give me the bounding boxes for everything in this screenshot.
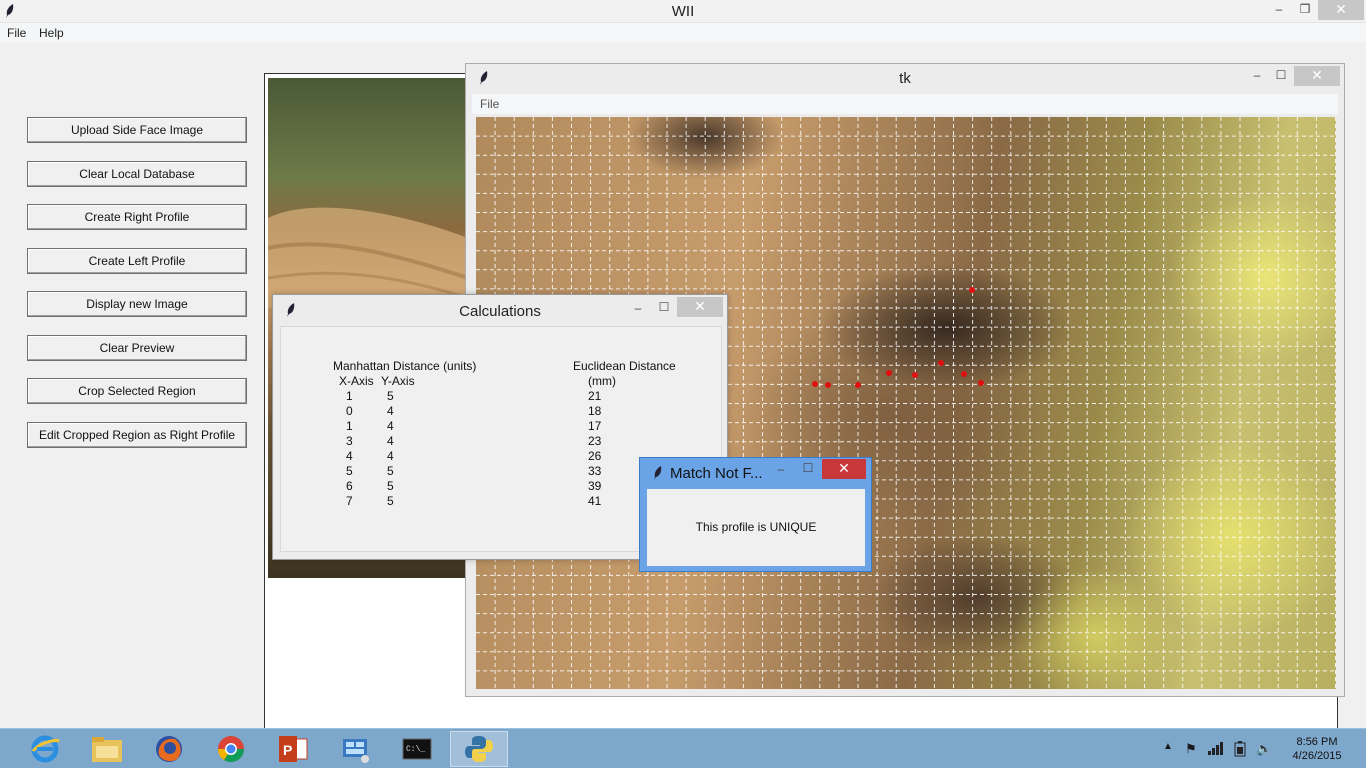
calculations-titlebar: Calculations ‒ ☐ ✕ <box>273 295 727 325</box>
tk-menubar: File <box>472 94 1338 114</box>
internet-explorer-icon[interactable] <box>16 731 74 767</box>
calc-minimize-button[interactable]: ‒ <box>625 299 651 319</box>
match-not-found-dialog: Match Not F... ‒ ☐ ✕ This profile is UNI… <box>639 457 872 572</box>
volume-icon[interactable]: 🔈 <box>1256 741 1272 757</box>
calc-cell-y: 5 <box>387 464 394 478</box>
calc-cell-x: 1 <box>346 389 353 403</box>
calc-cell-e: 18 <box>588 404 602 418</box>
main-titlebar: WII ‒ ❐ ✕ <box>0 0 1366 23</box>
crop-selected-region-button[interactable]: Crop Selected Region <box>27 378 247 404</box>
tk-window-title: tk <box>899 70 911 87</box>
tk-maximize-button[interactable]: ☐ <box>1268 66 1294 86</box>
chrome-icon[interactable] <box>202 731 260 767</box>
system-clock[interactable]: 8:56 PM 4/26/2015 <box>1282 735 1352 763</box>
calc-cell-e: 17 <box>588 419 602 433</box>
calc-cell-y: 5 <box>387 479 394 493</box>
clock-time: 8:56 PM <box>1296 736 1338 748</box>
calc-cell-x: 0 <box>346 404 353 418</box>
python-icon[interactable] <box>450 731 508 767</box>
match-close-button[interactable]: ✕ <box>822 459 866 479</box>
calc-cell-x: 4 <box>346 449 353 463</box>
euclidean-header: Euclidean Distance <box>573 359 676 373</box>
edit-cropped-region-button[interactable]: Edit Cropped Region as Right Profile <box>27 422 247 448</box>
main-menubar: File Help <box>0 23 1366 42</box>
landmark-point <box>886 370 892 376</box>
tk-close-button[interactable]: ✕ <box>1294 66 1340 86</box>
close-button[interactable]: ✕ <box>1318 0 1364 20</box>
maximize-button[interactable]: ❐ <box>1292 0 1318 20</box>
create-right-profile-button[interactable]: Create Right Profile <box>27 204 247 230</box>
file-explorer-icon[interactable] <box>78 731 136 767</box>
landmark-point <box>938 360 944 366</box>
tk-feather-icon <box>653 466 663 480</box>
calc-cell-x: 6 <box>346 479 353 493</box>
battery-icon[interactable] <box>1233 741 1247 760</box>
clock-date: 4/26/2015 <box>1292 750 1342 762</box>
svg-text:P: P <box>283 742 292 758</box>
calc-cell-e: 39 <box>588 479 602 493</box>
calc-cell-e: 41 <box>588 494 602 508</box>
show-hidden-icons-icon[interactable]: ▲ <box>1163 741 1173 752</box>
calc-cell-y: 5 <box>387 494 394 508</box>
menu-help[interactable]: Help <box>39 26 64 40</box>
display-new-image-button[interactable]: Display new Image <box>27 291 247 317</box>
landmark-point <box>961 371 967 377</box>
calc-cell-y: 4 <box>387 434 394 448</box>
calc-cell-e: 21 <box>588 389 602 403</box>
match-maximize-button[interactable]: ☐ <box>795 459 821 479</box>
clear-preview-button[interactable]: Clear Preview <box>27 335 247 361</box>
calc-cell-y: 4 <box>387 449 394 463</box>
calc-cell-y: 4 <box>387 419 394 433</box>
upload-side-face-image-button[interactable]: Upload Side Face Image <box>27 117 247 143</box>
minimize-button[interactable]: ‒ <box>1266 0 1292 20</box>
tk-titlebar: tk ‒ ☐ ✕ <box>466 64 1344 94</box>
calc-cell-y: 4 <box>387 404 394 418</box>
taskbar: P C:\_ ▲ ⚑ 🔈 8:56 PM 4/26/2015 <box>0 728 1366 768</box>
match-dialog-title: Match Not F... <box>670 465 763 482</box>
create-left-profile-button[interactable]: Create Left Profile <box>27 248 247 274</box>
landmark-point <box>969 287 975 293</box>
x-axis-header: X-Axis <box>339 374 374 388</box>
calc-close-button[interactable]: ✕ <box>677 297 723 317</box>
match-message: This profile is UNIQUE <box>695 520 817 534</box>
powerpoint-icon[interactable]: P <box>264 731 322 767</box>
svg-text:C:\_: C:\_ <box>406 745 425 754</box>
calc-cell-e: 33 <box>588 464 602 478</box>
calc-cell-e: 23 <box>588 434 602 448</box>
network-signal-icon[interactable] <box>1208 741 1224 758</box>
manhattan-header: Manhattan Distance (units) <box>333 359 477 373</box>
calc-cell-x: 7 <box>346 494 353 508</box>
landmark-point <box>855 382 861 388</box>
calc-maximize-button[interactable]: ☐ <box>651 298 677 318</box>
calc-cell-y: 5 <box>387 389 394 403</box>
landmark-point <box>978 380 984 386</box>
control-panel-icon[interactable] <box>326 731 384 767</box>
calc-cell-x: 3 <box>346 434 353 448</box>
calc-cell-e: 26 <box>588 449 602 463</box>
landmark-point <box>812 381 818 387</box>
window-title: WII <box>671 3 695 20</box>
command-prompt-icon[interactable]: C:\_ <box>388 731 446 767</box>
menu-file[interactable]: File <box>7 26 26 40</box>
action-center-flag-icon[interactable]: ⚑ <box>1185 741 1197 757</box>
euclidean-unit: (mm) <box>588 374 616 388</box>
landmark-point <box>825 382 831 388</box>
y-axis-header: Y-Axis <box>381 374 415 388</box>
landmark-point <box>912 372 918 378</box>
tk-minimize-button[interactable]: ‒ <box>1244 66 1270 86</box>
match-dialog-body: This profile is UNIQUE <box>647 489 865 566</box>
match-minimize-button[interactable]: ‒ <box>768 460 794 480</box>
tk-menu-file[interactable]: File <box>480 97 499 111</box>
calc-cell-x: 5 <box>346 464 353 478</box>
calc-cell-x: 1 <box>346 419 353 433</box>
clear-local-database-button[interactable]: Clear Local Database <box>27 161 247 187</box>
firefox-icon[interactable] <box>140 731 198 767</box>
